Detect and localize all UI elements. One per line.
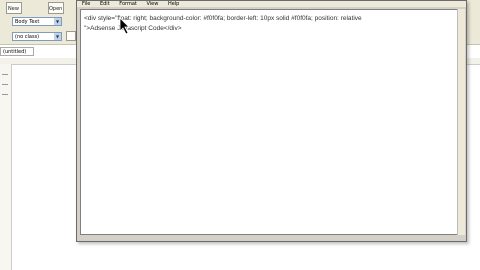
menu-edit[interactable]: Edit — [100, 1, 110, 7]
open-button[interactable]: Open — [49, 6, 62, 12]
code-editor-window: File Edit Format View Help <div style="f… — [76, 0, 467, 242]
bold-icon[interactable] — [66, 31, 76, 41]
mouse-pointer-icon — [119, 17, 130, 35]
class-select-value: (no class) — [15, 34, 40, 40]
chevron-down-icon[interactable]: ▼ — [54, 33, 61, 40]
document-tab[interactable]: (untitled) — [0, 47, 34, 56]
menubar: File Edit Format View Help — [77, 1, 466, 7]
gutter-mark — [2, 74, 8, 75]
new-button[interactable]: New — [8, 6, 19, 12]
style-select-value: Body Text — [15, 19, 40, 25]
menu-help[interactable]: Help — [168, 1, 179, 7]
gutter-mark — [2, 84, 8, 85]
code-textarea[interactable]: <div style="float: right; background-col… — [80, 9, 459, 235]
menu-view[interactable]: View — [146, 1, 158, 7]
gutter-mark — [2, 94, 8, 95]
left-gutter — [0, 64, 12, 270]
class-select[interactable]: (no class) ▼ — [12, 32, 62, 41]
style-select[interactable]: Body Text ▼ — [12, 17, 62, 26]
vertical-scrollbar[interactable] — [457, 9, 465, 235]
chevron-down-icon[interactable]: ▼ — [54, 18, 61, 25]
menu-file[interactable]: File — [82, 1, 90, 7]
menu-format[interactable]: Format — [119, 1, 137, 7]
